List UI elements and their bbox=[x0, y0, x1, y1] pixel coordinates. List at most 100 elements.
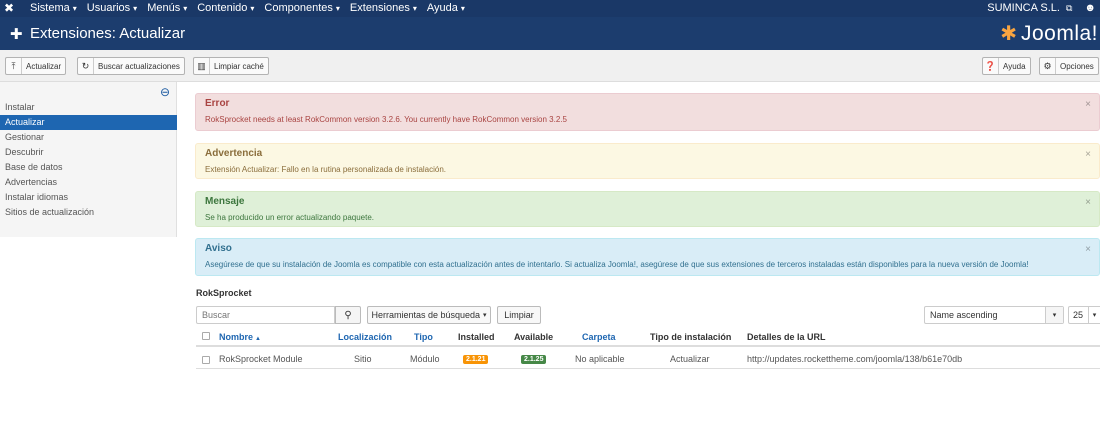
collapse-sidebar-icon[interactable]: ⊖ bbox=[160, 85, 170, 99]
extension-location: Sitio bbox=[354, 354, 372, 364]
chevron-down-icon: ▾ bbox=[250, 4, 255, 13]
search-tools-button[interactable]: Herramientas de búsqueda ▾ bbox=[367, 306, 491, 324]
menu-usuarios[interactable]: Usuarios ▾ bbox=[87, 2, 137, 14]
alert-title: Mensaje bbox=[205, 196, 245, 207]
chevron-down-icon: ▾ bbox=[412, 4, 417, 13]
alert-text: Se ha producido un error actualizando pa… bbox=[205, 213, 375, 222]
clear-button[interactable]: Limpiar bbox=[497, 306, 541, 324]
alert-text: Asegúrese de que su instalación de Jooml… bbox=[205, 260, 1029, 269]
trash-icon: ▥ bbox=[194, 58, 210, 74]
topnav-right: SUMINCA S.L. ⧉ ☻ bbox=[987, 2, 1096, 14]
notice-alert: Aviso Asegúrese de que su instalación de… bbox=[195, 238, 1100, 276]
available-version: 2.1.25 bbox=[521, 353, 547, 364]
menu-extensiones[interactable]: Extensiones ▾ bbox=[350, 2, 417, 14]
chevron-down-icon: ▾ bbox=[133, 4, 138, 13]
sidebar-menu: Instalar Actualizar Gestionar Descubrir … bbox=[0, 100, 177, 220]
chevron-down-icon: ▾ bbox=[1088, 307, 1100, 323]
sidebar-item-sitios-actualizacion[interactable]: Sitios de actualización bbox=[0, 205, 177, 220]
extension-url: http://updates.rockettheme.com/joomla/13… bbox=[747, 354, 963, 364]
sidebar-item-instalar[interactable]: Instalar bbox=[0, 100, 177, 115]
select-all-checkbox[interactable] bbox=[202, 332, 210, 340]
menu-sistema[interactable]: Sistema ▾ bbox=[30, 2, 77, 14]
sidebar-item-gestionar[interactable]: Gestionar bbox=[0, 130, 177, 145]
table-row: RokSprocket Module Sitio Módulo 2.1.21 2… bbox=[196, 349, 1100, 369]
sort-type-link[interactable]: Tipo bbox=[414, 332, 433, 342]
external-link-icon[interactable]: ⧉ bbox=[1066, 3, 1072, 14]
menu-label: Extensiones bbox=[349, 2, 410, 14]
search-tools-label: Herramientas de búsqueda bbox=[371, 310, 481, 320]
sort-location-link[interactable]: Localización bbox=[338, 332, 392, 342]
chevron-down-icon: ▾ bbox=[460, 4, 465, 13]
menu-menus[interactable]: Menús ▾ bbox=[147, 2, 187, 14]
header-available: Available bbox=[514, 332, 554, 342]
warning-alert: Advertencia Extensión Actualizar: Fallo … bbox=[195, 143, 1100, 179]
chevron-down-icon: ▾ bbox=[1045, 307, 1063, 323]
installed-version: 2.1.21 bbox=[463, 353, 489, 364]
sort-name-link[interactable]: Nombre ▲ bbox=[219, 332, 261, 342]
toolbar: ⤒ Actualizar ↻ Buscar actualizaciones ▥ … bbox=[0, 50, 1100, 82]
gear-icon: ⚙ bbox=[1040, 58, 1056, 74]
menu-componentes[interactable]: Componentes ▾ bbox=[264, 2, 340, 14]
available-badge: 2.1.25 bbox=[521, 355, 547, 364]
brand-name: Joomla! bbox=[1020, 21, 1098, 45]
error-alert: Error RokSprocket needs at least RokComm… bbox=[195, 93, 1100, 131]
extension-folder: No aplicable bbox=[575, 354, 625, 364]
limit-select[interactable]: 25 ▾ bbox=[1068, 306, 1100, 324]
menu-label: Sistema bbox=[30, 2, 70, 14]
sidebar-item-actualizar[interactable]: Actualizar bbox=[0, 115, 177, 130]
options-label: Opciones bbox=[1060, 61, 1094, 71]
alert-text: Extensión Actualizar: Fallo en la rutina… bbox=[205, 165, 447, 174]
extension-install-type: Actualizar bbox=[670, 354, 710, 364]
alert-text: RokSprocket needs at least RokCommon ver… bbox=[205, 115, 567, 124]
page-header: ✚ Extensiones: Actualizar ✱ Joomla! bbox=[0, 17, 1100, 50]
clear-cache-label: Limpiar caché bbox=[214, 61, 264, 71]
sidebar-item-advertencias[interactable]: Advertencias bbox=[0, 175, 177, 190]
header-install-type: Tipo de instalación bbox=[650, 332, 732, 342]
joomla-logo-icon[interactable]: ✖ bbox=[4, 1, 14, 15]
alert-title: Advertencia bbox=[205, 148, 263, 159]
sort-asc-icon: ▲ bbox=[255, 336, 261, 342]
menu-contenido[interactable]: Contenido ▾ bbox=[197, 2, 254, 14]
extension-type: Módulo bbox=[410, 354, 440, 364]
chevron-down-icon: ▾ bbox=[72, 4, 77, 13]
help-button[interactable]: ❓ Ayuda bbox=[982, 57, 1031, 75]
sidebar-item-base-de-datos[interactable]: Base de datos bbox=[0, 160, 177, 175]
sidebar-item-instalar-idiomas[interactable]: Instalar idiomas bbox=[0, 190, 177, 205]
user-icon[interactable]: ☻ bbox=[1084, 2, 1096, 14]
question-circle-icon: ❓ bbox=[983, 58, 999, 74]
close-icon[interactable]: × bbox=[1085, 197, 1091, 208]
find-updates-label: Buscar actualizaciones bbox=[98, 61, 180, 71]
update-button[interactable]: ⤒ Actualizar bbox=[5, 57, 67, 75]
clear-cache-button[interactable]: ▥ Limpiar caché bbox=[193, 57, 269, 75]
search-input[interactable] bbox=[196, 306, 335, 324]
joomla-flower-icon: ✱ bbox=[1000, 23, 1017, 45]
menu-label: Componentes bbox=[264, 2, 333, 14]
search-button[interactable]: ⚲ bbox=[335, 306, 361, 324]
menu-label: Contenido bbox=[197, 2, 248, 14]
extension-name: RokSprocket Module bbox=[219, 354, 303, 364]
chevron-down-icon: ▾ bbox=[335, 4, 340, 13]
help-label: Ayuda bbox=[1003, 61, 1026, 71]
menu-label: Ayuda bbox=[426, 2, 458, 14]
options-button[interactable]: ⚙ Opciones bbox=[1039, 57, 1099, 75]
close-icon[interactable]: × bbox=[1085, 244, 1091, 255]
main-menu: Sistema ▾ Usuarios ▾ Menús ▾ Contenido ▾ Com… bbox=[30, 2, 475, 14]
close-icon[interactable]: × bbox=[1085, 149, 1091, 160]
header-url-details: Detalles de la URL bbox=[747, 332, 826, 342]
site-name-link[interactable]: SUMINCA S.L. bbox=[987, 2, 1060, 14]
joomla-brand: ✱ Joomla! bbox=[1000, 21, 1098, 46]
menu-label: Menús bbox=[147, 2, 181, 14]
alert-title: Error bbox=[205, 98, 230, 109]
menu-ayuda[interactable]: Ayuda ▾ bbox=[427, 2, 465, 14]
sort-folder-link[interactable]: Carpeta bbox=[582, 332, 616, 342]
ordering-select[interactable]: Name ascending ▾ bbox=[924, 306, 1064, 324]
upload-icon: ⤒ bbox=[6, 58, 22, 74]
close-icon[interactable]: × bbox=[1085, 99, 1091, 110]
find-updates-button[interactable]: ↻ Buscar actualizaciones bbox=[77, 57, 185, 75]
installed-badge: 2.1.21 bbox=[463, 355, 489, 364]
sidebar-item-descubrir[interactable]: Descubrir bbox=[0, 145, 177, 160]
row-checkbox[interactable] bbox=[202, 356, 210, 364]
menu-label: Usuarios bbox=[86, 2, 131, 14]
top-navbar: ✖ Sistema ▾ Usuarios ▾ Menús ▾ Contenido ▾ C… bbox=[0, 0, 1100, 17]
alert-title: Aviso bbox=[205, 243, 232, 254]
